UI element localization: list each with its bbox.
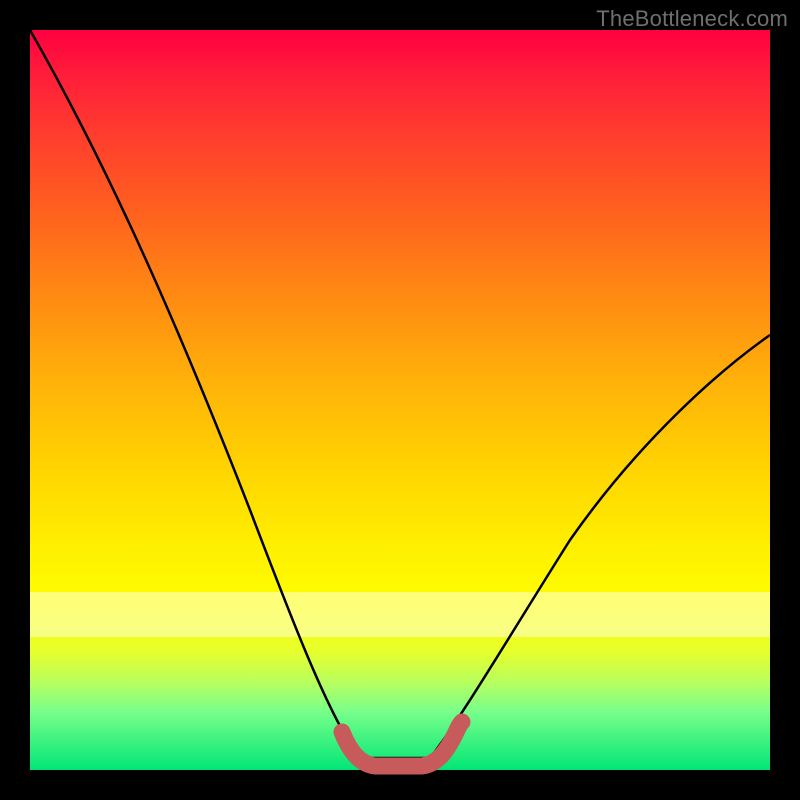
watermark-text: TheBottleneck.com bbox=[596, 6, 788, 32]
bulge-end-left bbox=[334, 724, 350, 740]
bottleneck-trough-bulge bbox=[342, 722, 462, 766]
chart-frame: TheBottleneck.com bbox=[0, 0, 800, 800]
bottleneck-curve-svg bbox=[30, 30, 770, 770]
bulge-end-right bbox=[454, 714, 470, 730]
plot-area bbox=[30, 30, 770, 770]
bottleneck-curve bbox=[30, 30, 770, 758]
